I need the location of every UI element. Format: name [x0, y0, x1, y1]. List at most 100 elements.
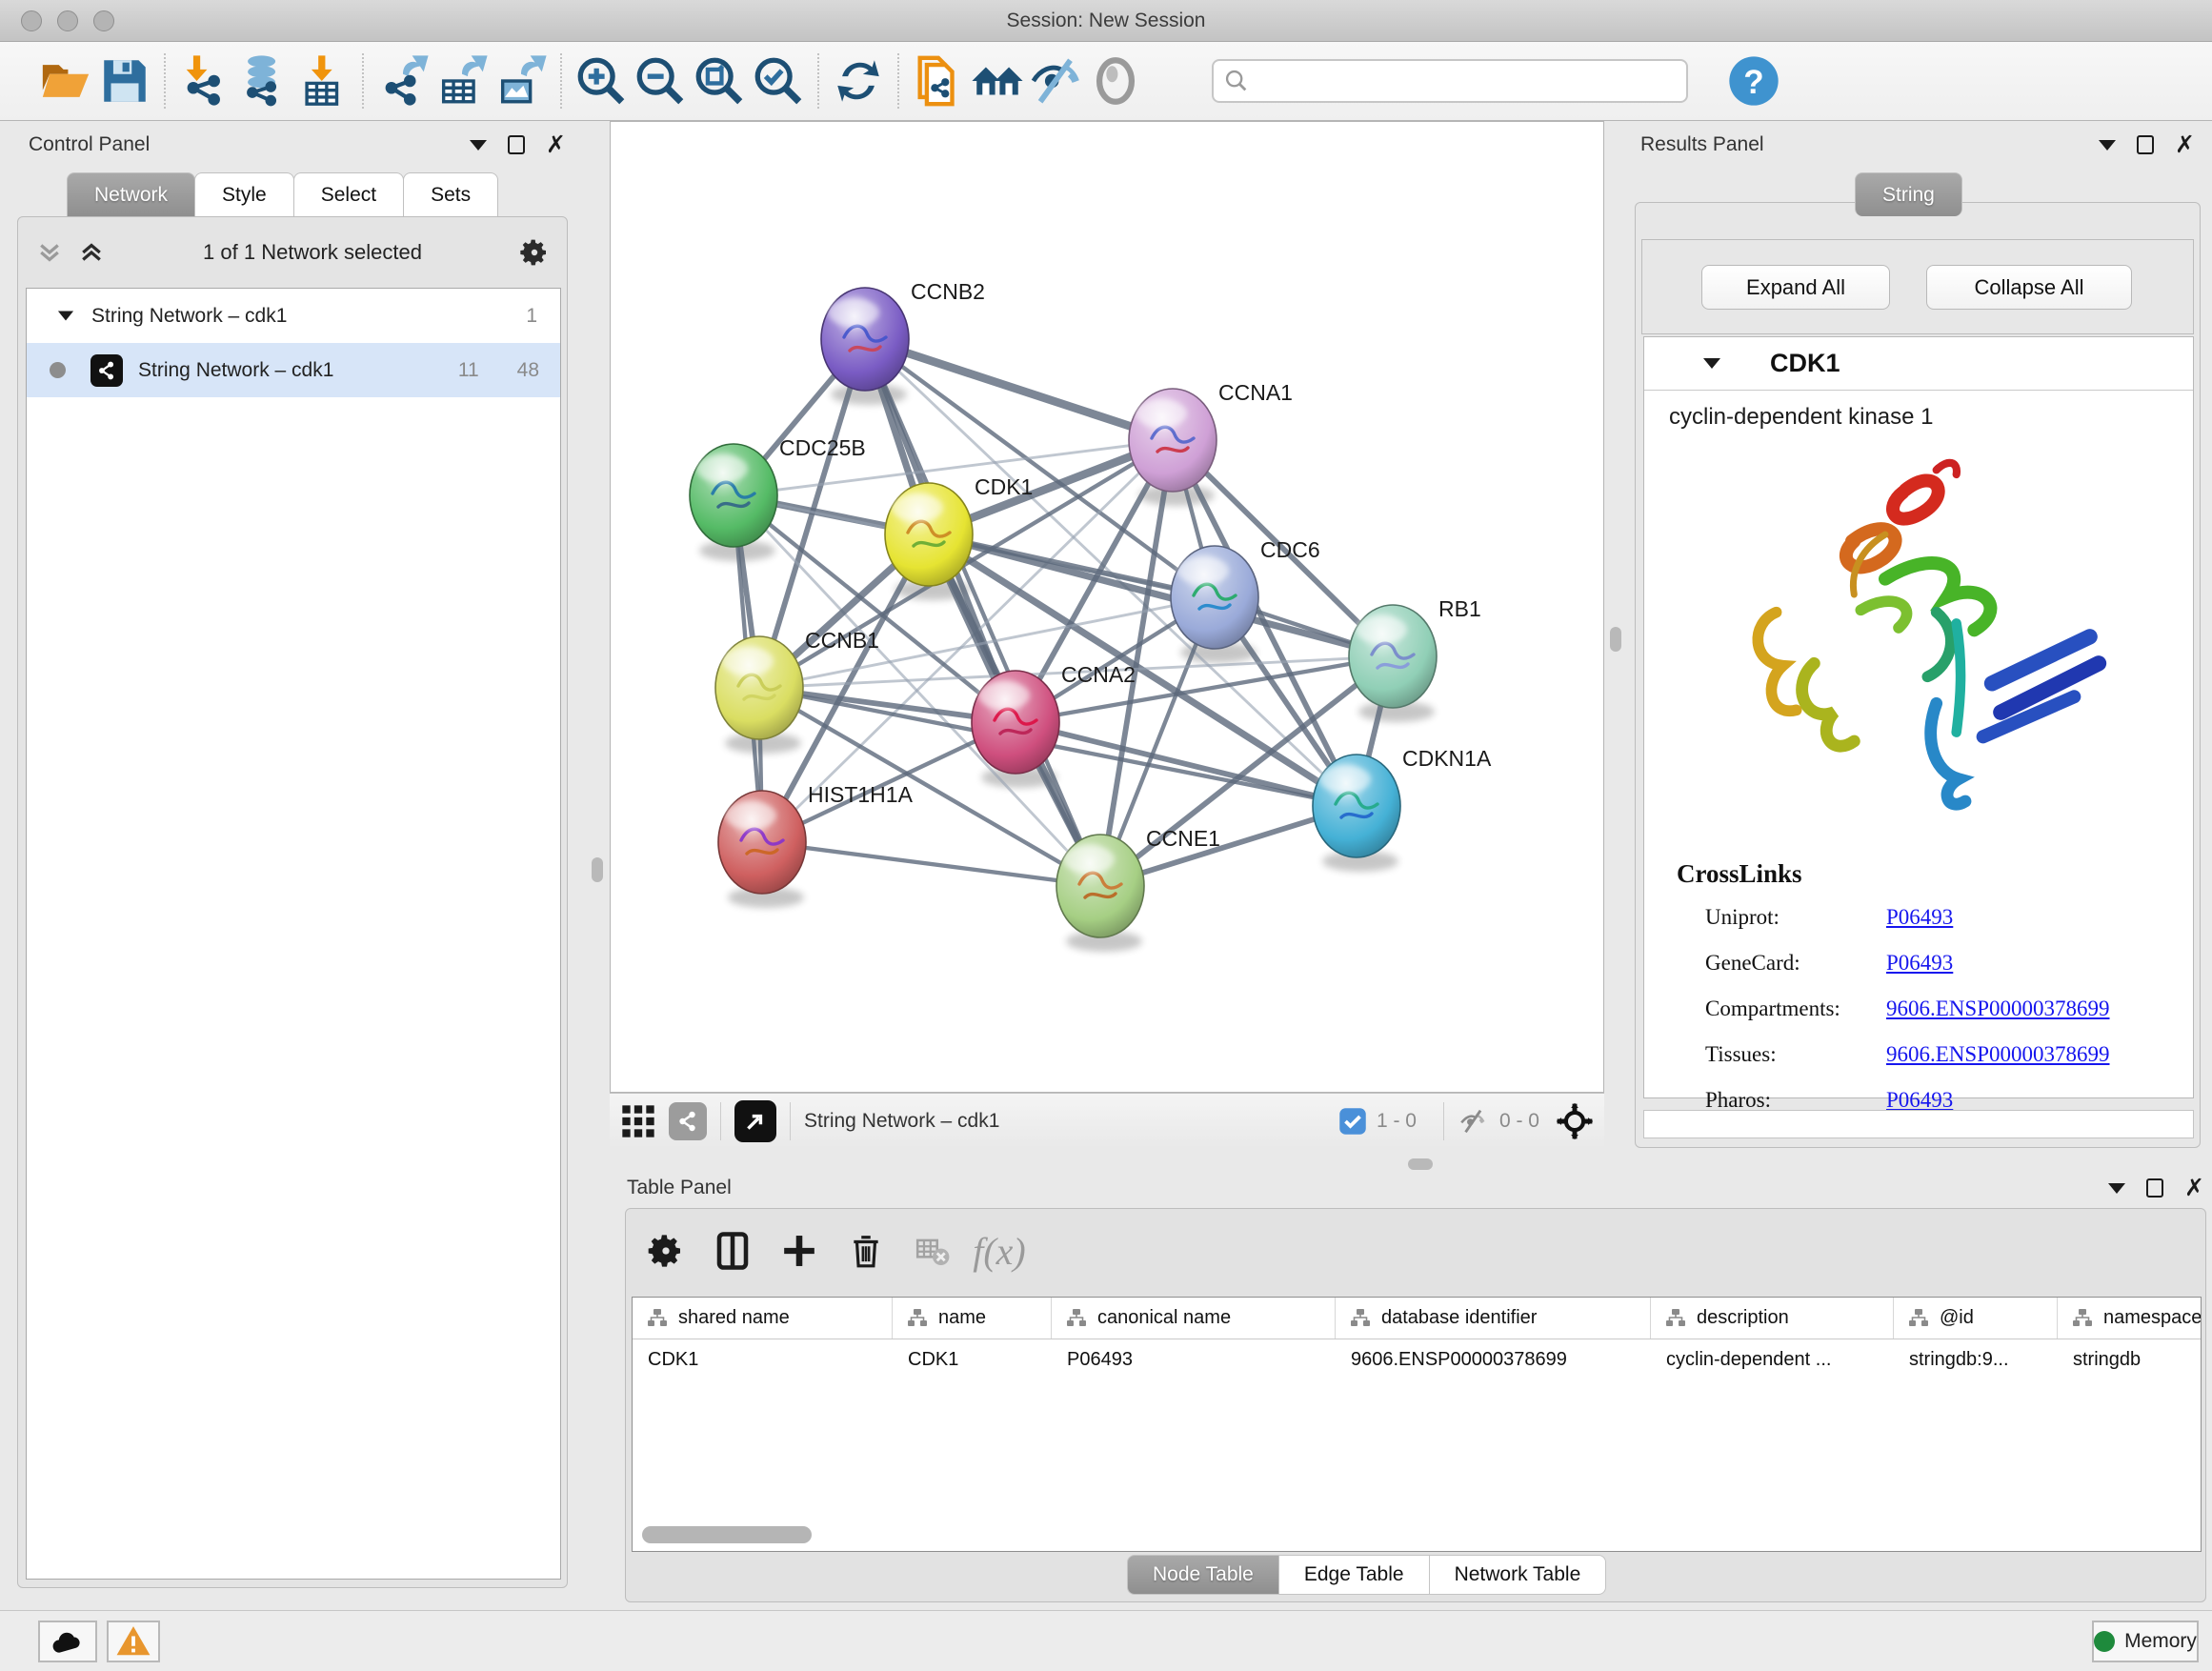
warning-status-button[interactable] [107, 1621, 160, 1662]
node-CDKN1A[interactable] [1313, 755, 1400, 857]
zoom-selected-icon[interactable] [749, 51, 808, 111]
import-network-file-icon[interactable] [175, 51, 234, 111]
node-CDK1[interactable] [885, 483, 973, 586]
table-options-gear-icon[interactable] [639, 1224, 693, 1278]
collapse-all-button[interactable]: Collapse All [1926, 265, 2132, 310]
memory-button[interactable]: Memory [2092, 1621, 2199, 1662]
bottom-splitter-handle[interactable] [1408, 1158, 1433, 1170]
collection-expander-icon[interactable] [58, 312, 73, 321]
cell[interactable]: P06493 [1052, 1349, 1336, 1371]
column-header-database-identifier[interactable]: database identifier [1336, 1298, 1651, 1339]
export-network-icon[interactable] [373, 51, 432, 111]
tab-string-results[interactable]: String [1855, 172, 1962, 216]
grid-view-icon[interactable] [619, 1102, 657, 1140]
edge-HIST1H1A-CCNE1[interactable] [762, 842, 1100, 886]
detach-view-icon[interactable] [734, 1100, 776, 1142]
fit-content-crosshair-icon[interactable] [1555, 1101, 1595, 1141]
zoom-window-button[interactable] [93, 10, 114, 31]
collapse-all-networks-icon[interactable] [77, 238, 106, 267]
node-CCNE1[interactable] [1056, 835, 1144, 937]
node-CCNA2[interactable] [972, 671, 1059, 774]
cell[interactable]: 9606.ENSP00000378699 [1336, 1349, 1651, 1371]
node-RB1[interactable] [1349, 605, 1437, 708]
open-session-icon[interactable] [36, 51, 95, 111]
tab-edge-table[interactable]: Edge Table [1278, 1555, 1430, 1595]
result-expander-icon[interactable] [1703, 358, 1720, 369]
zoom-out-icon[interactable] [631, 51, 690, 111]
export-table-icon[interactable] [432, 51, 492, 111]
column-header-@id[interactable]: @id [1894, 1298, 2058, 1339]
collapse-panel-icon[interactable] [2108, 1183, 2125, 1194]
edge-CCNB2-CCNA1[interactable] [865, 339, 1173, 440]
float-panel-icon[interactable] [2146, 1178, 2163, 1198]
tab-network[interactable]: Network [67, 172, 195, 216]
node-HIST1H1A[interactable] [718, 791, 806, 894]
cell[interactable]: stringdb [2058, 1349, 2202, 1371]
delete-column-trash-icon[interactable] [839, 1224, 893, 1278]
expand-all-networks-icon[interactable] [35, 238, 64, 267]
network-options-gear-icon[interactable] [519, 237, 550, 268]
hide-selected-icon[interactable] [1027, 51, 1086, 111]
node-CDC25B[interactable] [690, 444, 777, 547]
crosslink-tissues-link[interactable]: 9606.ENSP00000378699 [1886, 1042, 2110, 1067]
column-header-shared-name[interactable]: shared name [633, 1298, 893, 1339]
tab-select[interactable]: Select [293, 172, 404, 216]
column-header-canonical-name[interactable]: canonical name [1052, 1298, 1336, 1339]
node-CCNA1[interactable] [1129, 389, 1217, 492]
refresh-icon[interactable] [829, 51, 888, 111]
float-panel-icon[interactable] [508, 135, 525, 154]
cell[interactable]: cyclin-dependent ... [1651, 1349, 1894, 1371]
minimize-window-button[interactable] [57, 10, 78, 31]
close-panel-icon[interactable]: ✗ [2175, 135, 2195, 154]
zoom-fit-icon[interactable] [690, 51, 749, 111]
string-view-badge-icon[interactable] [669, 1102, 707, 1140]
node-CCNB2[interactable] [821, 288, 909, 391]
column-header-description[interactable]: description [1651, 1298, 1894, 1339]
expand-all-button[interactable]: Expand All [1701, 265, 1890, 310]
table-row[interactable]: CDK1CDK1P064939606.ENSP00000378699cyclin… [633, 1339, 2202, 1379]
crosslink-genecard-link[interactable]: P06493 [1886, 951, 1953, 976]
tab-style[interactable]: Style [194, 172, 294, 216]
close-window-button[interactable] [21, 10, 42, 31]
cell[interactable]: stringdb:9... [1894, 1349, 2058, 1371]
show-all-icon[interactable] [1086, 51, 1145, 111]
table-header-row[interactable]: shared namenamecanonical namedatabase id… [633, 1298, 2202, 1339]
column-header-namespace[interactable]: namespace [2058, 1298, 2202, 1339]
window-controls[interactable] [21, 10, 114, 31]
edge-CDK1-RB1[interactable] [929, 534, 1393, 656]
left-splitter-handle[interactable] [592, 857, 603, 882]
network-row[interactable]: String Network – cdk1 11 48 [27, 343, 560, 397]
node-CCNB1[interactable] [715, 636, 803, 739]
network-collection-row[interactable]: String Network – cdk1 1 [27, 289, 560, 343]
float-panel-icon[interactable] [2137, 135, 2154, 154]
export-image-icon[interactable] [492, 51, 551, 111]
node-CDC6[interactable] [1171, 546, 1258, 649]
tab-node-table[interactable]: Node Table [1127, 1555, 1279, 1595]
collapse-panel-icon[interactable] [2099, 140, 2116, 151]
clone-network-icon[interactable] [909, 51, 968, 111]
collapse-panel-icon[interactable] [470, 140, 487, 151]
zoom-in-icon[interactable] [572, 51, 631, 111]
search-input[interactable] [1250, 70, 1659, 92]
cell[interactable]: CDK1 [633, 1349, 893, 1371]
network-graph[interactable]: CCNB2CCNA1CDC25BCDK1CDC6RB1CCNB1CCNA2CDK… [611, 122, 1603, 1092]
column-header-name[interactable]: name [893, 1298, 1052, 1339]
network-canvas[interactable]: CCNB2CCNA1CDC25BCDK1CDC6RB1CCNB1CCNA2CDK… [610, 121, 1604, 1093]
import-network-database-icon[interactable] [234, 51, 293, 111]
tab-network-table[interactable]: Network Table [1429, 1555, 1607, 1595]
close-panel-icon[interactable]: ✗ [2184, 1178, 2204, 1198]
horizontal-scrollbar[interactable] [642, 1526, 812, 1543]
cloud-status-button[interactable] [38, 1621, 97, 1662]
home-layout-icon[interactable] [968, 51, 1027, 111]
help-icon[interactable]: ? [1724, 51, 1783, 111]
cell[interactable]: CDK1 [893, 1349, 1052, 1371]
crosslink-uniprot-link[interactable]: P06493 [1886, 905, 1953, 930]
close-panel-icon[interactable]: ✗ [546, 135, 566, 154]
import-table-file-icon[interactable] [293, 51, 352, 111]
save-session-icon[interactable] [95, 51, 154, 111]
right-splitter-handle[interactable] [1610, 627, 1621, 652]
add-column-icon[interactable] [773, 1224, 826, 1278]
tab-sets[interactable]: Sets [403, 172, 498, 216]
show-columns-icon[interactable] [706, 1224, 759, 1278]
crosslink-compartments-link[interactable]: 9606.ENSP00000378699 [1886, 997, 2110, 1021]
